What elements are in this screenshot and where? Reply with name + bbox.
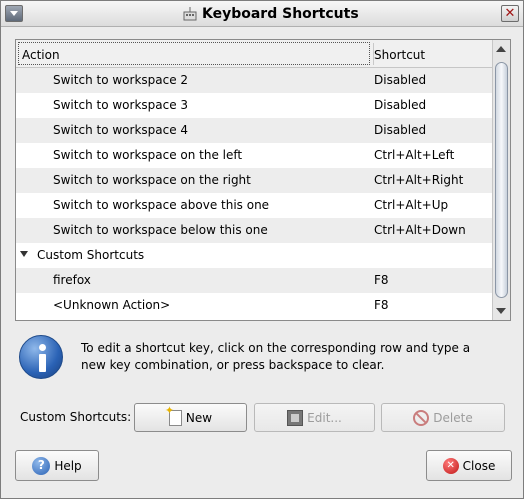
expander-arrow-icon[interactable]: [20, 251, 28, 257]
delete-button[interactable]: Delete: [381, 403, 505, 432]
info-icon: [19, 335, 63, 379]
window-close-button[interactable]: ✕: [501, 5, 519, 22]
scroll-up-arrow-icon[interactable]: [496, 46, 506, 52]
vertical-scrollbar[interactable]: [492, 40, 510, 320]
new-button-label: New: [185, 410, 213, 425]
list-header: Action Shortcut: [16, 40, 492, 68]
delete-icon: [413, 409, 430, 426]
row-shortcut: Disabled: [374, 123, 427, 137]
table-row[interactable]: Switch to workspace above this one Ctrl+…: [16, 193, 492, 218]
row-action: Switch to workspace on the left: [53, 148, 243, 162]
close-button[interactable]: ✕ Close: [426, 450, 512, 481]
title-bar[interactable]: Keyboard Shortcuts ✕: [1, 1, 523, 27]
row-action: firefox: [53, 273, 91, 287]
info-message: To edit a shortcut key, click on the cor…: [81, 341, 471, 372]
window-title: Keyboard Shortcuts: [202, 6, 359, 22]
row-action: Switch to workspace below this one: [53, 223, 268, 237]
scroll-down-arrow-icon[interactable]: [496, 308, 506, 314]
table-row[interactable]: Switch to workspace on the left Ctrl+Alt…: [16, 143, 492, 168]
row-shortcut: Ctrl+Alt+Up: [374, 198, 449, 212]
row-action: Switch to workspace 4: [53, 123, 189, 137]
column-header-shortcut[interactable]: Shortcut: [374, 42, 425, 62]
column-header-action-label: Action: [22, 48, 60, 62]
new-document-icon: [165, 404, 182, 426]
edit-icon: [287, 409, 304, 426]
edit-button-label: Edit...: [307, 410, 342, 425]
table-row[interactable]: Switch to workspace 4 Disabled: [16, 118, 492, 143]
row-shortcut: Ctrl+Alt+Down: [374, 223, 466, 237]
table-row[interactable]: Switch to workspace 2 Disabled: [16, 68, 492, 93]
table-row[interactable]: Switch to workspace below this one Ctrl+…: [16, 218, 492, 243]
table-row[interactable]: Switch to workspace on the right Ctrl+Al…: [16, 168, 492, 193]
group-row-custom-shortcuts[interactable]: Custom Shortcuts: [16, 243, 492, 268]
shortcut-rows: Switch to workspace 2 Disabled Switch to…: [16, 68, 492, 318]
column-header-action[interactable]: Action: [18, 42, 370, 65]
table-row[interactable]: <Unknown Action> F8: [16, 293, 492, 318]
table-row[interactable]: Switch to workspace 3 Disabled: [16, 93, 492, 118]
close-button-label: Close: [462, 458, 496, 473]
row-shortcut: F8: [374, 298, 389, 312]
custom-shortcuts-label: Custom Shortcuts:: [20, 410, 132, 424]
row-shortcut: Ctrl+Alt+Right: [374, 173, 464, 187]
row-action: Switch to workspace 2: [53, 73, 189, 87]
help-button[interactable]: ? Help: [15, 450, 99, 481]
table-row[interactable]: firefox F8: [16, 268, 492, 293]
new-button[interactable]: New: [134, 403, 247, 432]
row-action: Switch to workspace above this one: [53, 198, 270, 212]
row-action: Switch to workspace on the right: [53, 173, 251, 187]
delete-button-label: Delete: [433, 410, 473, 425]
scrollbar-thumb[interactable]: [495, 62, 508, 298]
row-shortcut: Disabled: [374, 98, 427, 112]
edit-button[interactable]: Edit...: [254, 403, 375, 432]
row-action: <Unknown Action>: [53, 298, 171, 312]
close-icon: ✕: [442, 457, 459, 474]
window-menu-button[interactable]: [5, 5, 23, 22]
row-shortcut: Ctrl+Alt+Left: [374, 148, 455, 162]
row-shortcut: Disabled: [374, 73, 427, 87]
row-action: Switch to workspace 3: [53, 98, 189, 112]
help-icon: ?: [32, 456, 51, 475]
help-button-label: Help: [54, 458, 82, 473]
keyboard-shortcuts-dialog: Keyboard Shortcuts ✕ Action Shortcut Swi…: [0, 0, 524, 499]
group-label: Custom Shortcuts: [37, 248, 145, 262]
keyboard-icon: [183, 7, 197, 21]
row-shortcut: F8: [374, 273, 389, 287]
shortcuts-list[interactable]: Action Shortcut Switch to workspace 2 Di…: [15, 39, 511, 321]
